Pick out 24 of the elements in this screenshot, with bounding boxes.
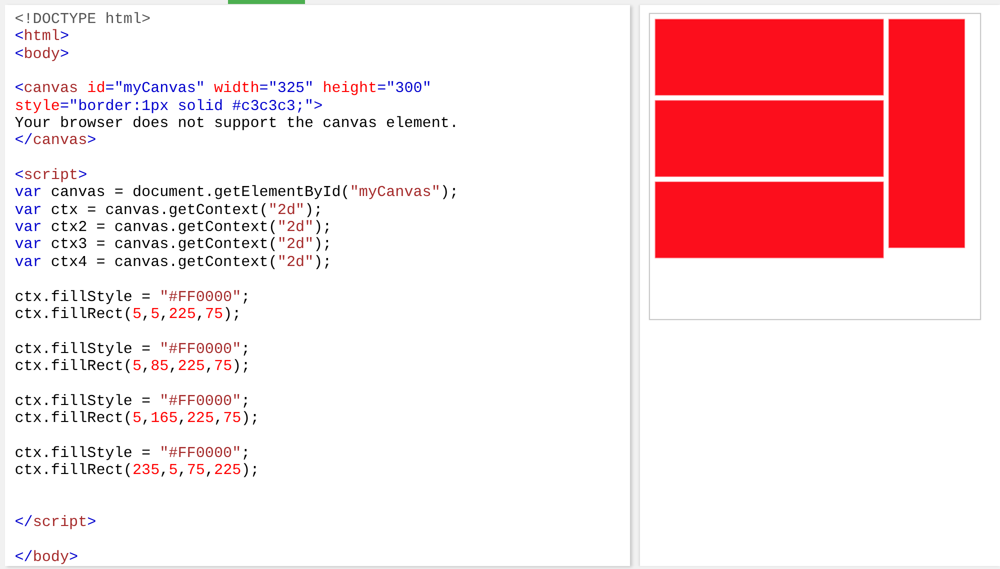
code-line: ctx.fillStyle = "#FF0000"; [14, 288, 250, 306]
code-line: ctx.fillStyle = "#FF0000"; [14, 444, 250, 462]
code-line: <script> [14, 167, 88, 184]
code-line: <body> [14, 46, 70, 64]
code-line: var ctx2 = canvas.getContext("2d"); [14, 219, 332, 236]
code-line: <canvas id="myCanvas" width="325" height="300" [14, 80, 432, 98]
code-editor[interactable] [5, 5, 630, 566]
code-line: ctx.fillRect(5,85,225,75); [14, 358, 250, 376]
code-line: </script> [14, 514, 96, 532]
code-line: ctx.fillRect(235,5,75,225); [14, 462, 260, 480]
code-line: </canvas> [14, 132, 96, 150]
code-line: <html> [14, 28, 70, 46]
code-line: Your browser does not support the canvas element. [14, 115, 459, 132]
code-line: ctx.fillStyle = "#FF0000"; [14, 392, 250, 410]
code-line: var canvas = document.getElementById("myCanvas"); [14, 184, 459, 202]
code-line: </body> [14, 548, 78, 566]
code-line: var ctx = canvas.getContext("2d"); [14, 202, 323, 220]
code-line: var ctx4 = canvas.getContext("2d"); [14, 254, 332, 272]
code-line: ctx.fillStyle = "#FF0000"; [14, 340, 250, 358]
code-line: ctx.fillRect(5,5,225,75); [14, 306, 242, 324]
code-line: style="border:1px solid #c3c3c3;"> [14, 98, 323, 116]
code-line: var ctx3 = canvas.getContext("2d"); [14, 236, 332, 254]
code-line: <!DOCTYPE html> [14, 11, 151, 28]
code-line: ctx.fillRect(5,165,225,75); [14, 410, 260, 428]
